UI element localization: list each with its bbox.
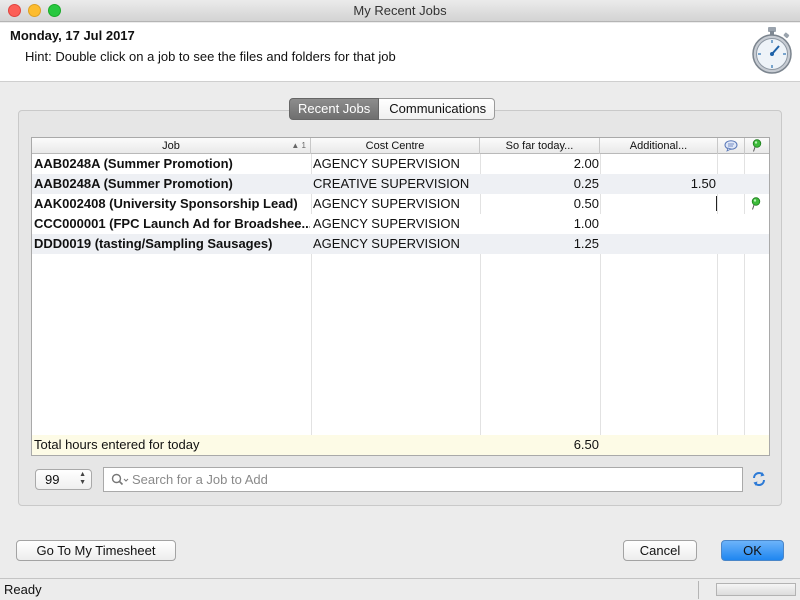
- job-cell: AAK002408 (University Sponsorship Lead): [34, 196, 298, 211]
- so-far-cell: 0.50: [573, 196, 599, 211]
- column-header-job[interactable]: Job ▲ 1: [32, 138, 311, 154]
- status-text: Ready: [4, 582, 42, 597]
- tab-bar: Recent Jobs Communications: [289, 98, 496, 120]
- column-header-so-far[interactable]: So far today...: [480, 138, 600, 154]
- additional-cell[interactable]: [601, 194, 716, 214]
- job-cell: CCC000001 (FPC Launch Ad for Broadshee..…: [34, 216, 310, 231]
- stepper-arrows-icon[interactable]: ▲ ▼: [79, 471, 86, 487]
- stopwatch-icon: [752, 27, 792, 74]
- table-row[interactable]: AAB0248A (Summer Promotion) AGENCY SUPER…: [32, 154, 769, 174]
- refresh-icon[interactable]: [751, 471, 767, 487]
- tab-recent-jobs[interactable]: Recent Jobs: [289, 98, 380, 120]
- progress-indicator: [716, 583, 796, 596]
- title-bar: My Recent Jobs: [0, 0, 800, 22]
- so-far-cell: 1.25: [573, 236, 599, 251]
- column-header-additional[interactable]: Additional...: [600, 138, 718, 154]
- so-far-cell: 1.00: [573, 216, 599, 231]
- table-row[interactable]: AAK002408 (University Sponsorship Lead) …: [32, 194, 769, 214]
- cost-centre-cell: AGENCY SUPERVISION: [313, 196, 460, 211]
- so-far-cell: 0.25: [573, 176, 599, 191]
- window-title: My Recent Jobs: [353, 3, 447, 18]
- column-header-job-label: Job: [162, 140, 180, 152]
- cost-centre-cell: AGENCY SUPERVISION: [313, 216, 460, 231]
- job-search-field[interactable]: [103, 467, 743, 492]
- sort-order-label: 1: [301, 141, 306, 150]
- zoom-window-icon[interactable]: [48, 4, 61, 17]
- tab-communications[interactable]: Communications: [379, 98, 496, 120]
- additional-cell[interactable]: [601, 154, 716, 174]
- cost-centre-cell: CREATIVE SUPERVISION: [313, 176, 470, 191]
- go-to-timesheet-button[interactable]: Go To My Timesheet: [16, 540, 176, 561]
- ok-button[interactable]: OK: [721, 540, 784, 561]
- close-window-icon[interactable]: [8, 4, 21, 17]
- so-far-cell: 2.00: [573, 156, 599, 171]
- minimize-window-icon[interactable]: [28, 4, 41, 17]
- total-value: 6.50: [573, 437, 599, 452]
- green-pin-icon[interactable]: [751, 197, 761, 210]
- recent-jobs-table: Job ▲ 1 Cost Centre So far today... Addi…: [31, 137, 770, 456]
- table-header: Job ▲ 1 Cost Centre So far today... Addi…: [32, 138, 769, 154]
- speech-bubble-icon: [724, 140, 738, 152]
- column-header-pin[interactable]: [745, 138, 769, 154]
- status-bar: Ready: [0, 578, 800, 600]
- cost-centre-cell: AGENCY SUPERVISION: [313, 156, 460, 171]
- job-search-input[interactable]: [130, 469, 730, 490]
- sort-ascending-icon: ▲ 1: [291, 141, 306, 150]
- count-stepper[interactable]: 99 ▲ ▼: [35, 469, 92, 490]
- cost-centre-cell: AGENCY SUPERVISION: [313, 236, 460, 251]
- job-cell: DDD0019 (tasting/Sampling Sausages): [34, 236, 273, 251]
- table-row[interactable]: AAB0248A (Summer Promotion) CREATIVE SUP…: [32, 174, 769, 194]
- column-header-notes[interactable]: [718, 138, 745, 154]
- additional-cell[interactable]: [601, 234, 716, 254]
- additional-cell[interactable]: 1.50: [601, 174, 716, 194]
- current-date: Monday, 17 Jul 2017: [10, 28, 135, 43]
- table-row[interactable]: CCC000001 (FPC Launch Ad for Broadshee..…: [32, 214, 769, 234]
- status-divider: [698, 581, 699, 599]
- table-row[interactable]: DDD0019 (tasting/Sampling Sausages) AGEN…: [32, 234, 769, 254]
- job-cell: AAB0248A (Summer Promotion): [34, 176, 233, 191]
- app-window: My Recent Jobs Monday, 17 Jul 2017 Hint:…: [0, 0, 800, 600]
- header: Monday, 17 Jul 2017 Hint: Double click o…: [0, 23, 800, 82]
- total-label: Total hours entered for today: [34, 437, 200, 452]
- job-cell: AAB0248A (Summer Promotion): [34, 156, 233, 171]
- column-header-cost-centre[interactable]: Cost Centre: [311, 138, 480, 154]
- text-cursor: [716, 196, 717, 211]
- count-value: 99: [45, 472, 60, 487]
- search-icon: [111, 473, 129, 486]
- additional-cell[interactable]: [601, 214, 716, 234]
- total-row: Total hours entered for today 6.50: [32, 435, 769, 455]
- green-pin-icon: [752, 139, 762, 152]
- cancel-button[interactable]: Cancel: [623, 540, 697, 561]
- hint-text: Hint: Double click on a job to see the f…: [25, 49, 396, 64]
